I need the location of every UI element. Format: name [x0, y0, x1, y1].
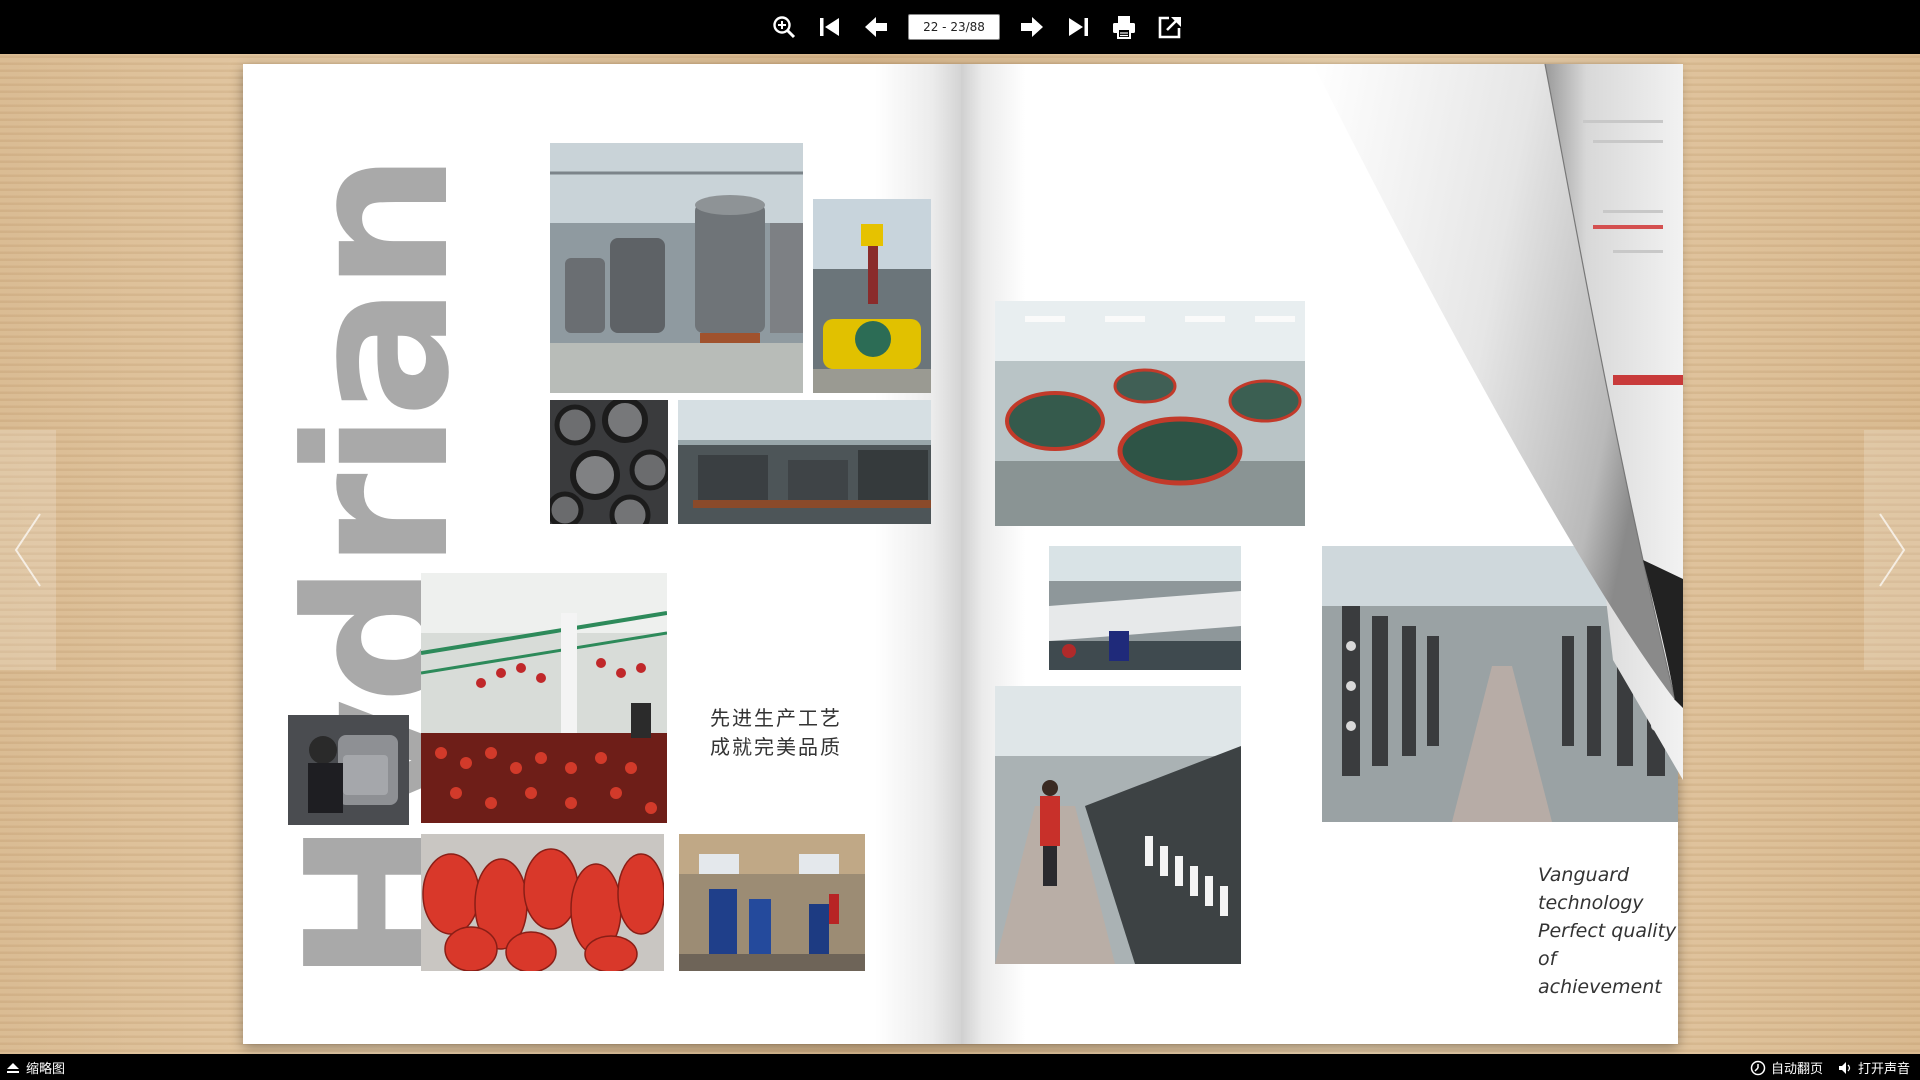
photo-spinning-hall	[1322, 546, 1678, 822]
prev-page-icon	[865, 17, 887, 37]
section-title: Productio	[1439, 176, 1591, 209]
share-icon	[1158, 16, 1181, 39]
bottom-bar: 缩略图 自动翻页 打开声音	[0, 1054, 1920, 1080]
sound-button[interactable]: 打开声音	[1837, 1058, 1910, 1077]
photo-worker-inspecting	[288, 715, 409, 825]
thumbnails-button[interactable]: 缩略图	[6, 1058, 65, 1077]
toolbar-controls: 22 - 23/88	[770, 9, 1184, 45]
speaker-icon	[1838, 1061, 1851, 1074]
right-caption: Vanguard technology Perfect quality of a…	[1538, 864, 1677, 998]
photo-tube-tables	[1049, 546, 1241, 670]
autoflip-button[interactable]: 自动翻页	[1750, 1058, 1823, 1077]
clock-icon	[1750, 1060, 1766, 1075]
photo-textile-line	[995, 686, 1241, 964]
photo-pallets	[678, 400, 931, 524]
page-indicator[interactable]: 22 - 23/88	[908, 14, 1000, 40]
prev-page-side-button[interactable]	[0, 430, 56, 670]
chevron-right-icon	[1879, 513, 1906, 587]
zoom-in-button[interactable]	[770, 9, 798, 45]
photo-yellow-machine	[813, 199, 931, 393]
eject-icon	[7, 1062, 19, 1073]
body-text: 企业 序，从设计 产品设计制 设计、选材、 苛刻的检测程序， 控制到最优异，对 …	[1609, 294, 1678, 421]
share-button[interactable]	[1156, 9, 1184, 45]
next-page-button[interactable]	[1018, 9, 1046, 45]
left-page[interactable]: Hydrian 先进生产工艺 成就完美品质	[243, 64, 961, 1044]
section-subtitle: 生产现	[1513, 214, 1580, 239]
print-button[interactable]	[1110, 9, 1138, 45]
photo-red-parts-floor	[421, 573, 667, 823]
first-page-button[interactable]	[816, 9, 844, 45]
flipbook: Hydrian 先进生产工艺 成就完美品质 Productio 生产现 企业 序…	[243, 63, 1683, 1044]
prev-page-button[interactable]	[862, 9, 890, 45]
bottom-controls: 自动翻页 打开声音	[1750, 1058, 1910, 1077]
zoom-in-icon	[773, 16, 796, 39]
right-page[interactable]: Productio 生产现 企业 序，从设计 产品设计制 设计、选材、 苛刻的检…	[961, 64, 1678, 1044]
left-caption: 先进生产工艺 成就完美品质	[710, 706, 842, 759]
photo-tanks	[550, 143, 803, 393]
last-page-icon	[1069, 18, 1088, 36]
photo-circular-looms	[995, 301, 1305, 526]
next-page-icon	[1021, 17, 1043, 37]
print-icon	[1113, 16, 1135, 39]
photo-pipe-fittings	[550, 400, 668, 524]
last-page-button[interactable]	[1064, 9, 1092, 45]
photo-red-hoses	[421, 834, 664, 971]
next-page-side-button[interactable]	[1864, 430, 1920, 670]
chevron-left-icon	[14, 513, 41, 587]
first-page-icon	[820, 18, 839, 36]
photo-blue-pumps	[679, 834, 865, 971]
top-toolbar: 22 - 23/88	[0, 0, 1920, 54]
